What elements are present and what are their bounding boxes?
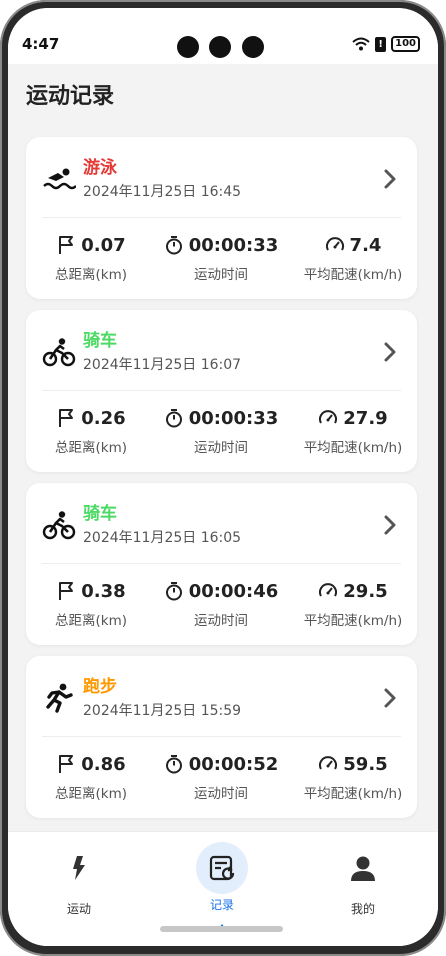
camera-dot xyxy=(177,36,199,58)
duration-value: 00:00:33 xyxy=(188,407,279,429)
stat-pace: 29.5 平均配速(km/h) xyxy=(288,579,418,630)
bike-icon xyxy=(42,511,76,540)
pace-label: 平均配速(km/h) xyxy=(303,267,403,283)
stopwatch-icon xyxy=(165,755,182,774)
stat-pace: 7.4 平均配速(km/h) xyxy=(288,233,418,284)
stat-duration: 00:00:33 运动时间 xyxy=(156,406,286,456)
user-icon xyxy=(351,856,375,881)
record-date: 2024年11月25日 16:05 xyxy=(83,530,242,546)
speedometer-icon xyxy=(319,756,338,770)
battery-icon: 100 xyxy=(391,36,420,52)
pace-label: 平均配速(km/h) xyxy=(303,786,403,802)
record-date: 2024年11月25日 16:45 xyxy=(83,184,242,200)
pace-label: 平均配速(km/h) xyxy=(303,440,403,456)
chevron-right-icon[interactable] xyxy=(381,686,399,710)
flag-icon xyxy=(59,409,74,427)
nav-label: 记录 xyxy=(209,898,234,912)
duration-label: 运动时间 xyxy=(194,613,248,629)
chevron-right-icon[interactable] xyxy=(381,167,399,191)
duration-value: 00:00:46 xyxy=(188,580,279,602)
record-list: 游泳 2024年11月25日 16:45 0.07 总距离(km) 00:00:… xyxy=(26,137,417,829)
distance-value: 0.86 xyxy=(81,753,126,775)
chevron-right-icon[interactable] xyxy=(381,513,399,537)
alert-icon: ! xyxy=(375,36,387,52)
wifi-icon xyxy=(352,37,370,51)
run-icon xyxy=(46,683,73,713)
page-title: 运动记录 xyxy=(26,84,115,109)
speedometer-icon xyxy=(319,410,338,424)
nav-item-sport[interactable]: 运动 xyxy=(29,832,129,917)
bike-icon xyxy=(42,338,76,367)
stat-duration: 00:00:46 运动时间 xyxy=(156,579,286,629)
stat-duration: 00:00:33 运动时间 xyxy=(156,233,286,283)
stat-distance: 0.07 总距离(km) xyxy=(26,233,156,284)
pace-label: 平均配速(km/h) xyxy=(303,613,403,629)
flag-icon xyxy=(59,236,74,254)
record-card[interactable]: 跑步 2024年11月25日 15:59 0.86 总距离(km) 00:00:… xyxy=(26,656,417,818)
stat-duration: 00:00:52 运动时间 xyxy=(156,752,286,802)
record-card[interactable]: 骑车 2024年11月25日 16:07 0.26 总距离(km) 00:00:… xyxy=(26,310,417,472)
stat-distance: 0.86 总距离(km) xyxy=(26,752,156,803)
divider xyxy=(42,736,401,737)
swim-icon xyxy=(43,168,76,190)
stat-distance: 0.38 总距离(km) xyxy=(26,579,156,630)
nav-label: 我的 xyxy=(350,902,375,916)
nav-item-mine[interactable]: 我的 xyxy=(313,832,413,917)
pace-value: 29.5 xyxy=(343,580,388,602)
lightning-icon xyxy=(73,856,85,880)
nav-item-record[interactable]: 记录 xyxy=(172,832,272,932)
bottom-nav: 运动 记录 我的 xyxy=(8,831,438,946)
divider xyxy=(42,563,401,564)
sport-name: 骑车 xyxy=(83,504,117,524)
distance-label: 总距离(km) xyxy=(54,786,127,802)
distance-value: 0.38 xyxy=(81,580,126,602)
nav-label: 运动 xyxy=(66,902,91,916)
system-icons: ! 100 xyxy=(352,36,420,52)
speedometer-icon xyxy=(319,583,338,597)
duration-value: 00:00:33 xyxy=(188,234,279,256)
home-indicator[interactable] xyxy=(160,926,283,932)
record-date: 2024年11月25日 15:59 xyxy=(83,703,242,719)
screen: 4:47 ! 100 运动记录 游泳 2024年11月25日 16:45 0.0… xyxy=(8,8,438,946)
record-card[interactable]: 游泳 2024年11月25日 16:45 0.07 总距离(km) 00:00:… xyxy=(26,137,417,299)
record-icon xyxy=(209,855,235,881)
stat-pace: 27.9 平均配速(km/h) xyxy=(288,406,418,457)
divider xyxy=(42,390,401,391)
stat-distance: 0.26 总距离(km) xyxy=(26,406,156,457)
stopwatch-icon xyxy=(165,409,182,428)
duration-value: 00:00:52 xyxy=(188,753,279,775)
pace-value: 7.4 xyxy=(349,234,382,256)
distance-value: 0.07 xyxy=(81,234,126,256)
distance-label: 总距离(km) xyxy=(54,613,127,629)
distance-value: 0.26 xyxy=(81,407,126,429)
camera-dot xyxy=(242,36,264,58)
flag-icon xyxy=(59,582,74,600)
speedometer-icon xyxy=(325,237,344,251)
status-bar: 4:47 ! 100 xyxy=(8,8,438,64)
sport-name: 跑步 xyxy=(83,677,117,697)
chevron-right-icon[interactable] xyxy=(381,340,399,364)
divider xyxy=(42,217,401,218)
record-date: 2024年11月25日 16:07 xyxy=(83,357,242,373)
duration-label: 运动时间 xyxy=(194,267,248,283)
distance-label: 总距离(km) xyxy=(54,267,127,283)
flag-icon xyxy=(59,755,74,773)
pace-value: 27.9 xyxy=(343,407,388,429)
stat-pace: 59.5 平均配速(km/h) xyxy=(288,752,418,803)
sport-name: 骑车 xyxy=(83,331,117,351)
pace-value: 59.5 xyxy=(343,753,388,775)
sport-name: 游泳 xyxy=(83,158,117,178)
status-time: 4:47 xyxy=(22,35,60,53)
record-card[interactable]: 骑车 2024年11月25日 16:05 0.38 总距离(km) 00:00:… xyxy=(26,483,417,645)
device-frame: 4:47 ! 100 运动记录 游泳 2024年11月25日 16:45 0.0… xyxy=(0,0,446,956)
stopwatch-icon xyxy=(165,582,182,601)
camera-dot xyxy=(209,36,231,58)
distance-label: 总距离(km) xyxy=(54,440,127,456)
stopwatch-icon xyxy=(165,236,182,255)
duration-label: 运动时间 xyxy=(194,786,248,802)
duration-label: 运动时间 xyxy=(194,440,248,456)
